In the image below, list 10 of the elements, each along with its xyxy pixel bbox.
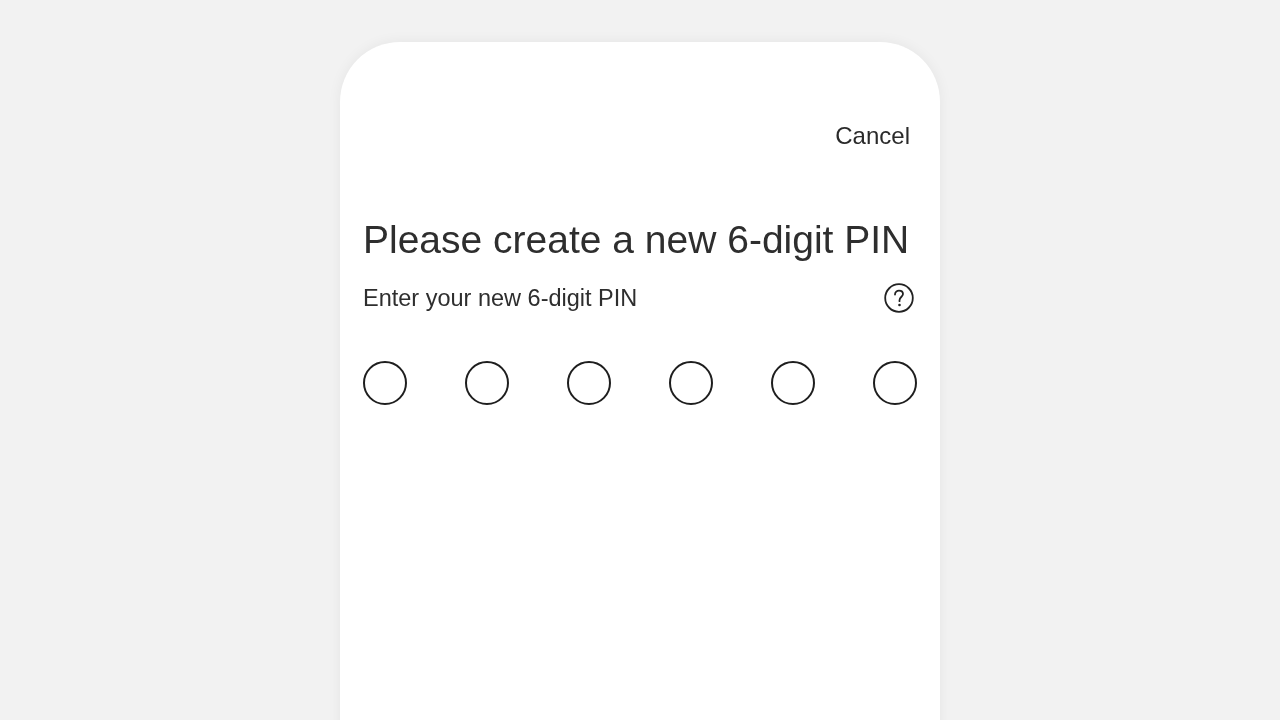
pin-digit-field[interactable] [363, 361, 407, 405]
cancel-button[interactable]: Cancel [835, 122, 910, 150]
help-icon[interactable] [884, 283, 914, 313]
pin-prompt: Enter your new 6-digit PIN [363, 284, 638, 312]
pin-digit-field[interactable] [567, 361, 611, 405]
page-title: Please create a new 6-digit PIN [363, 218, 911, 262]
pin-digit-field[interactable] [465, 361, 509, 405]
pin-digit-field[interactable] [873, 361, 917, 405]
pin-digit-field[interactable] [669, 361, 713, 405]
pin-digit-field[interactable] [771, 361, 815, 405]
